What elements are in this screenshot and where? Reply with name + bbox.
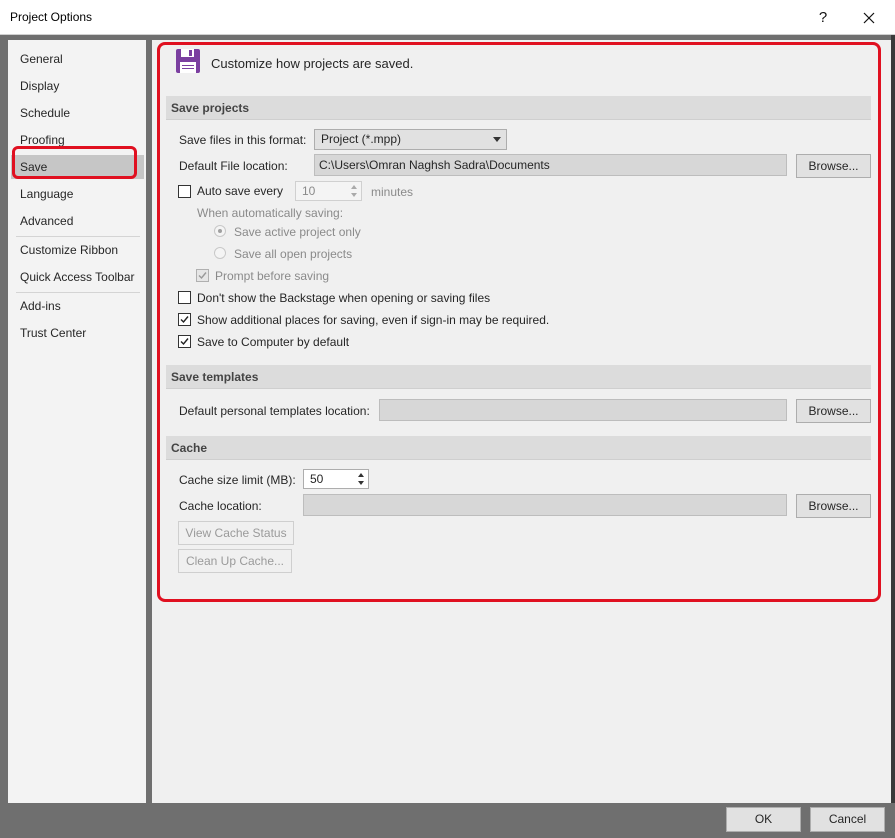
browse-cache-button[interactable]: Browse... [796,494,871,518]
cache-size-label: Cache size limit (MB): [179,473,296,487]
save-format-label: Save files in this format: [179,133,307,147]
autosave-minutes-value: 10 [302,184,316,198]
additional-places-label: Show additional places for saving, even … [197,313,550,327]
check-icon [198,272,207,280]
sidebar-item-schedule[interactable]: Schedule [11,101,144,125]
sidebar-divider [16,292,140,293]
backstage-checkbox[interactable] [178,291,191,304]
save-active-radio[interactable] [214,225,226,237]
page-header-text: Customize how projects are saved. [211,56,414,71]
sidebar-item-language[interactable]: Language [11,182,144,206]
sidebar-item-save[interactable]: Save [11,155,144,179]
save-format-dropdown[interactable]: Project (*.mpp) [314,129,507,150]
sidebar: General Display Schedule Proofing Save L… [8,40,146,803]
cache-size-spinner[interactable]: 50 [303,469,369,489]
autosave-minutes-spinner[interactable]: 10 [295,181,362,201]
sidebar-item-trust-center[interactable]: Trust Center [11,321,144,345]
close-button[interactable] [846,0,892,35]
sidebar-divider [16,236,140,237]
sidebar-item-proofing[interactable]: Proofing [11,128,144,152]
autosave-label: Auto save every [197,184,284,198]
default-location-label: Default File location: [179,159,288,173]
sidebar-item-display[interactable]: Display [11,74,144,98]
sidebar-item-general[interactable]: General [11,47,144,71]
cache-location-input[interactable] [303,494,787,516]
ok-button[interactable]: OK [726,807,801,832]
backstage-label: Don't show the Backstage when opening or… [197,291,491,305]
save-all-label: Save all open projects [234,247,353,261]
chevron-down-icon [493,137,501,142]
spin-arrows-icon [357,471,366,487]
sidebar-item-quick-access-toolbar[interactable]: Quick Access Toolbar [11,265,144,289]
autosave-unit-label: minutes [371,185,414,199]
sidebar-item-add-ins[interactable]: Add-ins [11,294,144,318]
floppy-disk-icon [176,49,200,73]
save-computer-label: Save to Computer by default [197,335,350,349]
check-icon [180,338,189,346]
section-save-templates: Save templates [166,365,871,389]
help-icon: ? [818,9,828,26]
save-format-value: Project (*.mpp) [321,132,402,146]
cache-location-label: Cache location: [179,499,262,513]
spin-arrows-icon [350,183,359,199]
sidebar-item-customize-ribbon[interactable]: Customize Ribbon [11,238,144,262]
save-computer-checkbox[interactable] [178,335,191,348]
section-save-projects: Save projects [166,96,871,120]
templates-location-input[interactable] [379,399,787,421]
cache-size-value: 50 [310,472,324,486]
dialog-footer: OK Cancel [0,803,895,838]
cancel-button[interactable]: Cancel [810,807,885,832]
auto-saving-label: When automatically saving: [197,206,344,220]
additional-places-checkbox[interactable] [178,313,191,326]
section-cache: Cache [166,436,871,460]
default-location-input[interactable]: C:\Users\Omran Naghsh Sadra\Documents [314,154,787,176]
help-button[interactable]: ? [800,0,846,35]
clean-up-cache-button[interactable]: Clean Up Cache... [178,549,292,573]
close-icon [863,12,875,23]
sidebar-item-advanced[interactable]: Advanced [11,209,144,233]
browse-location-button[interactable]: Browse... [796,154,871,178]
browse-templates-button[interactable]: Browse... [796,399,871,423]
prompt-before-saving-label: Prompt before saving [215,269,330,283]
save-active-label: Save active project only [234,225,361,239]
autosave-checkbox[interactable] [178,185,191,198]
check-icon [180,316,189,324]
title-bar: Project Options ? [0,0,895,35]
window-title: Project Options [10,10,93,24]
save-all-radio[interactable] [214,247,226,259]
prompt-before-saving-checkbox[interactable] [196,269,209,282]
templates-location-label: Default personal templates location: [179,404,370,418]
window-edge [891,35,895,803]
view-cache-status-button[interactable]: View Cache Status [178,521,294,545]
